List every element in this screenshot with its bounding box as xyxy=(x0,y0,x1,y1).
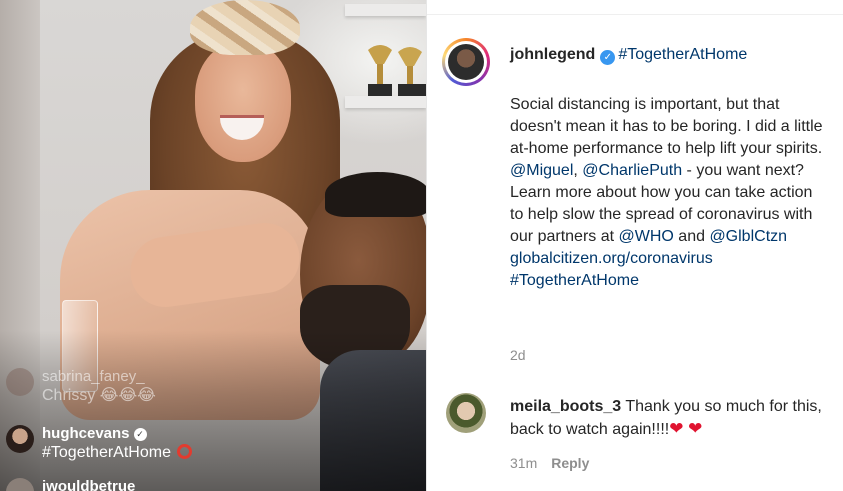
head-wrap xyxy=(190,0,300,55)
comment-overlay xyxy=(0,330,426,491)
caption-link[interactable]: @CharliePuth xyxy=(582,162,682,179)
commenter-avatar[interactable] xyxy=(446,393,486,433)
live-comment: iwouldbetrue xyxy=(6,478,135,491)
video-player[interactable]: sabrina_faney_ Chrissy 😂😂😂 hughcevans ✓ #… xyxy=(0,0,426,491)
caption-text: Social distancing is important, but that… xyxy=(510,96,823,157)
comment: meila_boots_3 Thank you so much for this… xyxy=(510,396,830,441)
person-woman-face xyxy=(195,42,291,162)
caption-text: , xyxy=(573,162,583,179)
top-border xyxy=(427,14,843,15)
live-comment-text: #TogetherAtHome xyxy=(42,444,171,461)
heart-emoji-icon: ❤ ❤ xyxy=(669,419,703,438)
caption-link[interactable]: @GlblCtzn xyxy=(709,228,787,245)
post-caption: Social distancing is important, but that… xyxy=(510,94,830,292)
verified-badge-icon: ✓ xyxy=(133,428,147,441)
caption-link[interactable]: globalcitizen.org/coronavirus xyxy=(510,250,713,267)
grammy-trophies xyxy=(368,45,426,96)
person-man-hair xyxy=(325,172,426,217)
comment-time: 31m xyxy=(510,455,538,471)
caption-text: and xyxy=(673,228,710,245)
avatar xyxy=(6,478,34,491)
caption-link[interactable]: @Miguel xyxy=(510,162,573,179)
avatar xyxy=(6,368,34,396)
post-caption-block: johnlegend ✓ #TogetherAtHome Social distan… xyxy=(510,44,830,292)
reply-button[interactable]: Reply xyxy=(551,455,589,471)
caption-link[interactable]: #TogetherAtHome xyxy=(510,272,639,289)
comment-meta: 31m Reply xyxy=(510,455,589,471)
verified-badge-icon: ✓ xyxy=(600,50,616,65)
live-comment: hughcevans ✓ #TogetherAtHome xyxy=(6,425,192,463)
panel-divider xyxy=(426,0,427,491)
shelf xyxy=(345,4,426,16)
live-comment-username: sabrina_faney_ xyxy=(42,368,145,385)
post-header: johnlegend ✓ #TogetherAtHome xyxy=(510,44,830,66)
red-circle-icon xyxy=(176,444,192,459)
live-comment: sabrina_faney_ Chrissy 😂😂😂 xyxy=(6,368,156,406)
post-time[interactable]: 2d xyxy=(510,347,526,363)
author-username[interactable]: johnlegend xyxy=(510,46,595,63)
header-hashtag[interactable]: #TogetherAtHome xyxy=(618,46,747,63)
live-comment-username: iwouldbetrue xyxy=(42,478,136,491)
live-comment-text: Chrissy 😂😂😂 xyxy=(42,387,156,404)
avatar xyxy=(6,425,34,453)
author-avatar[interactable] xyxy=(448,44,484,80)
caption-link[interactable]: @WHO xyxy=(619,228,674,245)
commenter-username[interactable]: meila_boots_3 xyxy=(510,398,621,415)
live-comment-username: hughcevans xyxy=(42,425,130,442)
